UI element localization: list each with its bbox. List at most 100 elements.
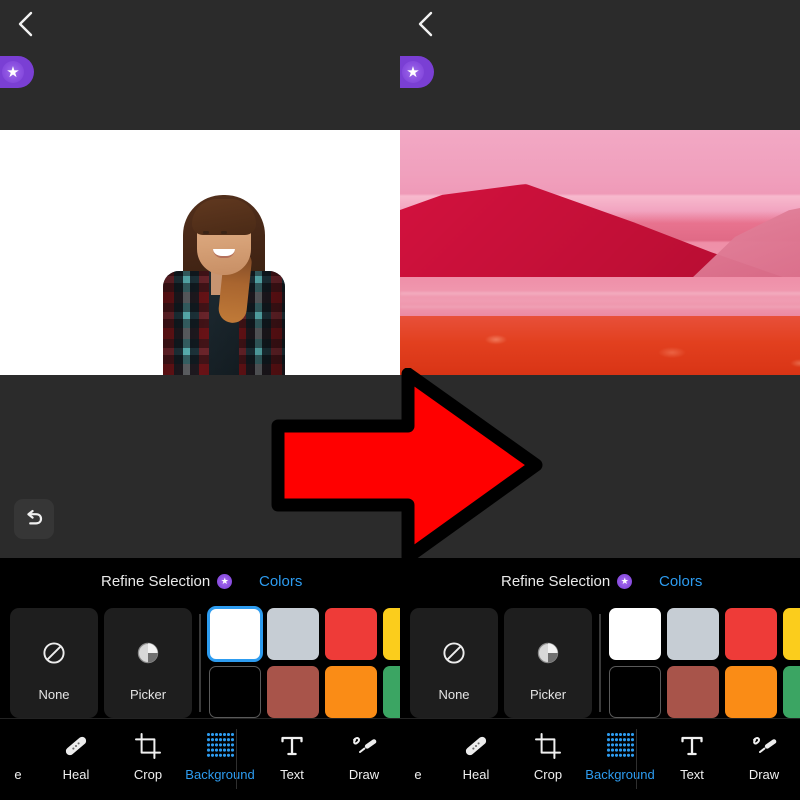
color-swatch-grid [609,608,800,718]
premium-star-icon: ★ [217,573,233,589]
tab-colors[interactable]: Colors [659,568,702,594]
color-swatch-grid [207,606,400,718]
nav-item-text[interactable]: Text [652,729,732,791]
nav-item-label: Text [280,767,304,782]
crop-icon [533,729,563,763]
top-toolbar: ? [0,0,400,48]
nav-item-text[interactable]: Text [252,729,332,791]
bottom-nav: e Heal Crop Background Text Draw Te [0,718,400,800]
nav-item-label: e [14,767,22,782]
swatch-none-button[interactable]: None [10,608,98,718]
nav-item-te[interactable]: Te [792,729,800,791]
nav-item-te[interactable]: Te [392,729,400,791]
color-swatch-strip: None Picker [0,606,400,718]
color-swatch-yellow[interactable] [783,608,800,660]
nav-item-label: Draw [348,767,380,782]
nav-item-label: Crop [133,767,163,782]
text-icon [677,729,707,763]
nav-item-draw[interactable]: Draw [724,729,800,791]
swatch-none-label: None [438,686,470,702]
tab-colors-label: Colors [259,572,303,590]
nav-item-heal[interactable]: Heal [436,729,516,791]
nav-item-crop[interactable]: Crop [508,729,588,791]
screenshot-root: ? [0,0,800,800]
tab-colors[interactable]: Colors [259,568,302,594]
color-swatch-black[interactable] [609,666,661,718]
subject-person [155,179,293,375]
color-picker-label: Picker [129,686,167,702]
color-swatch-green[interactable] [383,666,400,718]
top-toolbar: ? [400,0,800,48]
tab-colors-label: Colors [659,572,703,590]
bandage-icon [61,729,91,763]
color-swatch-strip: None Picker [400,608,800,718]
color-swatch-light-gray[interactable] [667,608,719,660]
back-button[interactable] [10,8,42,40]
undo-button[interactable] [14,499,54,539]
nav-separator [236,729,237,789]
color-picker-button[interactable]: Picker [504,608,592,718]
premium-badge[interactable]: ★ [0,56,34,88]
background-icon [205,729,235,763]
tab-refine-selection-label: Refine Selection [101,572,211,590]
color-swatch-brick[interactable] [667,666,719,718]
crop-icon [133,729,163,763]
color-swatch-red[interactable] [325,608,377,660]
nav-item-heal[interactable]: Heal [36,729,116,791]
nav-item-label: Crop [533,767,563,782]
star-icon: ★ [2,61,24,83]
tab-refine-selection[interactable]: Refine Selection ★ [501,568,633,594]
color-swatch-orange[interactable] [725,666,777,718]
color-wheel-icon [134,625,162,681]
draw-icon [749,729,779,763]
nav-item-label: Heal [62,767,90,782]
color-swatch-light-gray[interactable] [267,608,319,660]
nav-item-label: Background [185,767,255,782]
color-swatch-black[interactable] [209,666,261,718]
color-picker-label: Picker [529,686,567,702]
bottom-sheet-tabs: Refine Selection ★ Colors [400,568,800,600]
star-glyph: ★ [6,63,20,81]
nav-item-background[interactable]: Background [180,729,260,791]
color-swatch-white[interactable] [207,606,263,662]
premium-badge[interactable]: ★ [400,56,434,88]
nav-item-label: Background [585,767,655,782]
tab-refine-selection-label: Refine Selection [501,572,611,590]
nav-item-label: Text [680,767,704,782]
color-swatch-red[interactable] [725,608,777,660]
bandage-icon [461,729,491,763]
swatch-none-label: None [38,686,70,702]
background-icon [605,729,635,763]
bottom-sheet-tabs: Refine Selection ★ Colors [0,568,400,600]
swatch-none-button[interactable]: None [410,608,498,718]
color-swatch-yellow[interactable] [383,608,400,660]
tab-refine-selection[interactable]: Refine Selection ★ [101,568,233,594]
swatch-divider [199,614,201,712]
nav-item-crop[interactable]: Crop [108,729,188,791]
star-icon: ★ [402,61,424,83]
nav-item-draw[interactable]: Draw [324,729,400,791]
color-picker-button[interactable]: Picker [104,608,192,718]
nav-item-label: e [414,767,422,782]
nav-item-label: Heal [462,767,490,782]
image-canvas[interactable] [0,130,400,375]
nav-item-background[interactable]: Background [580,729,660,791]
bottom-nav: e Heal Crop Background Text Draw Te [400,718,800,800]
color-swatch-green[interactable] [783,666,800,718]
color-swatch-brick[interactable] [267,666,319,718]
text-icon [277,729,307,763]
photo-landscape-composite[interactable] [400,130,800,375]
nav-item-label: Draw [748,767,780,782]
color-swatch-white[interactable] [609,608,661,660]
image-canvas[interactable] [400,130,800,375]
premium-star-icon: ★ [617,573,633,589]
color-wheel-icon [534,625,562,681]
no-entry-icon [41,625,67,681]
nav-separator [636,729,637,789]
photo-cutout-white-bg[interactable] [0,130,400,375]
swatch-divider [599,614,601,712]
red-arrow-annotation [258,367,548,564]
color-swatch-orange[interactable] [325,666,377,718]
back-button[interactable] [410,8,442,40]
draw-icon [349,729,379,763]
